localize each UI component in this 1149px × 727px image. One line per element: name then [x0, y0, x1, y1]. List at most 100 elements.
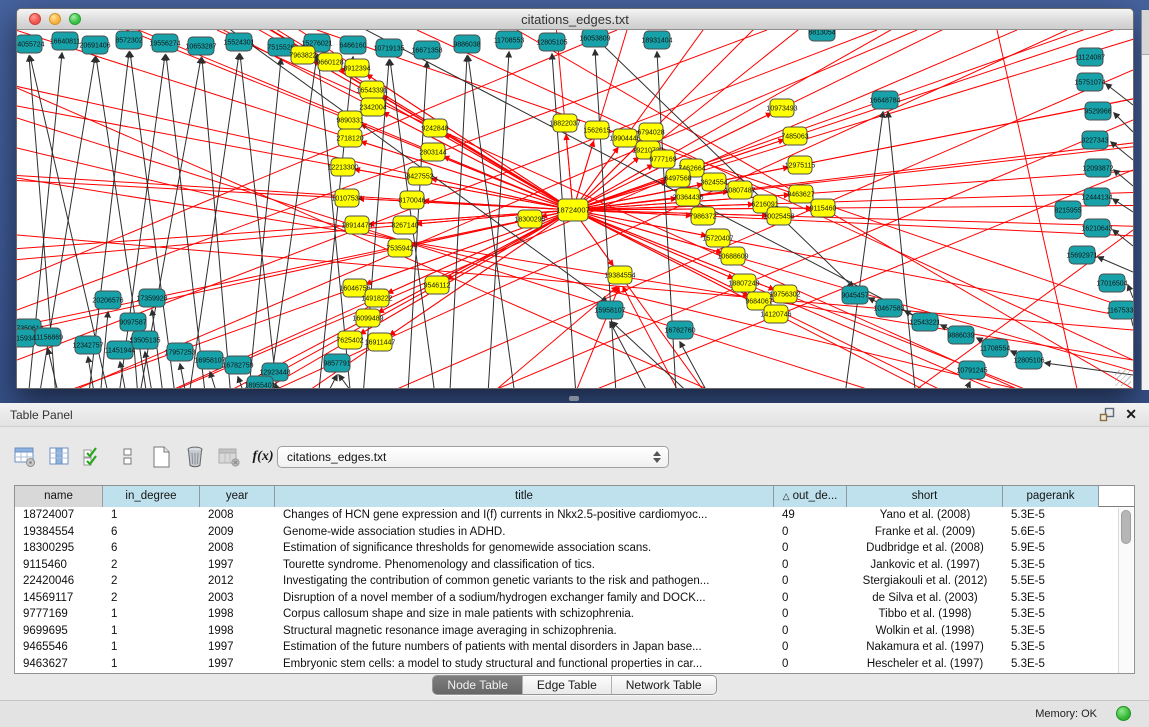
graph-node[interactable]: 16543391	[356, 81, 387, 99]
graph-node[interactable]: 9115460	[810, 199, 837, 217]
table-settings-icon[interactable]	[10, 442, 40, 472]
graph-node[interactable]: 12342757	[72, 336, 103, 354]
graph-node[interactable]: 9660128	[316, 53, 343, 71]
graph-node[interactable]: 10791245	[956, 361, 987, 379]
graph-node[interactable]: 13505135	[129, 331, 160, 349]
graph-node[interactable]: 12213300	[327, 158, 358, 176]
graph-node[interactable]: 19556274	[149, 34, 180, 52]
table-selector-dropdown[interactable]: citations_edges.txt	[277, 446, 669, 468]
vertical-scrollbar[interactable]	[1118, 508, 1133, 673]
column-header-name[interactable]: name	[15, 486, 103, 507]
graph-node[interactable]: 6497568	[664, 169, 691, 187]
network-graph[interactable]: 2405572416640811206914068572302195562741…	[17, 30, 1133, 388]
graph-node[interactable]: 17957253	[164, 343, 195, 361]
scrollbar-thumb[interactable]	[1121, 510, 1131, 544]
graph-node[interactable]: 16099489	[352, 309, 383, 327]
tab-network-table[interactable]: Network Table	[611, 676, 716, 694]
graph-node[interactable]: 9463627	[787, 185, 814, 203]
graph-node[interactable]: 9242848	[421, 119, 448, 137]
graph-node[interactable]: 7485063	[781, 127, 808, 145]
graph-node[interactable]: 11156869	[33, 328, 63, 346]
graph-node[interactable]: 8267140	[391, 216, 418, 234]
new-table-icon[interactable]	[146, 442, 176, 472]
graph-node[interactable]: 17016504	[1096, 274, 1127, 292]
table-row[interactable]: 1872400712008Changes of HCN gene express…	[15, 507, 1134, 524]
graph-node[interactable]: 16782759	[222, 356, 253, 374]
graph-node[interactable]: 7535942	[386, 239, 413, 257]
table-row[interactable]: 1456911722003Disruption of a novel membe…	[15, 590, 1134, 607]
column-header-short[interactable]: short	[847, 486, 1003, 507]
graph-node[interactable]: 14918222	[361, 289, 392, 307]
table-row[interactable]: 1938455462009Genome-wide association stu…	[15, 524, 1134, 541]
graph-node[interactable]: 10653287	[185, 37, 216, 55]
graph-node[interactable]: 15692971	[1066, 246, 1097, 264]
minimize-window-button[interactable]	[49, 13, 61, 25]
graph-node[interactable]: 15958107	[594, 301, 625, 319]
graph-node[interactable]: 10025458	[763, 207, 794, 225]
graph-node[interactable]: 19384554	[604, 266, 635, 284]
graph-node[interactable]: 9529966	[1084, 102, 1111, 120]
graph-node[interactable]: 7625402	[336, 331, 363, 349]
function-builder-icon[interactable]: f(x)	[248, 442, 278, 472]
graph-node[interactable]: 12543221	[909, 313, 940, 331]
graph-node[interactable]: 12975115	[785, 156, 816, 174]
graph-node[interactable]: 11124087	[1075, 48, 1105, 66]
graph-node[interactable]: 15720407	[702, 229, 733, 247]
graph-node[interactable]: 9097587	[119, 313, 146, 331]
graph-node[interactable]: 19756302	[769, 285, 800, 303]
graph-node[interactable]: 10973493	[766, 99, 797, 117]
graph-node[interactable]: 8572302	[115, 31, 142, 49]
graph-node[interactable]: 11708554	[980, 339, 1011, 357]
graph-node[interactable]: 6794028	[637, 123, 664, 141]
graph-node[interactable]: 15751074	[1074, 73, 1105, 91]
tab-edge-table[interactable]: Edge Table	[522, 676, 611, 694]
graph-node[interactable]: 16911447	[365, 333, 396, 351]
graph-node[interactable]: 8813054	[808, 30, 835, 41]
graph-node[interactable]: 10107534	[331, 189, 362, 207]
zoom-window-button[interactable]	[69, 13, 81, 25]
table-row[interactable]: 969969511998Structural magnetic resonanc…	[15, 623, 1134, 640]
table-row[interactable]: 911546021997Tourette syndrome. Phenomeno…	[15, 557, 1134, 574]
delete-column-icon[interactable]	[214, 442, 244, 472]
graph-node[interactable]: 16648784	[869, 91, 900, 109]
float-panel-icon[interactable]	[1099, 407, 1115, 423]
graph-node[interactable]: 18914474	[341, 216, 372, 234]
column-header-title[interactable]: title	[275, 486, 774, 507]
graph-node[interactable]: 12805105	[536, 33, 567, 51]
graph-node[interactable]: 9886039	[947, 326, 974, 344]
graph-node[interactable]: 15524301	[223, 33, 254, 51]
graph-node[interactable]: 10688609	[717, 247, 748, 265]
graph-node[interactable]: 1562615	[583, 121, 610, 139]
graph-node[interactable]: 18724007	[556, 199, 589, 221]
column-header-year[interactable]: year	[200, 486, 275, 507]
graph-node[interactable]: 7986372	[689, 207, 716, 225]
graph-node[interactable]: 7963822	[289, 46, 316, 64]
graph-node[interactable]: 18822037	[549, 114, 580, 132]
table-row[interactable]: 946554611997Estimation of the future num…	[15, 639, 1134, 656]
splitter-handle[interactable]	[569, 396, 579, 401]
graph-node[interactable]: 17359928	[136, 289, 167, 307]
graph-node[interactable]: 18300295	[514, 210, 545, 228]
table-row[interactable]: 2242004622012Investigating the contribut…	[15, 573, 1134, 590]
graph-node[interactable]: 12805106	[1013, 351, 1044, 369]
graph-node[interactable]: 16671358	[411, 41, 442, 59]
tab-node-table[interactable]: Node Table	[433, 676, 522, 694]
graph-node[interactable]: 16958107	[194, 351, 225, 369]
close-panel-icon[interactable]: ✕	[1125, 406, 1137, 423]
graph-node[interactable]: 18807249	[728, 274, 759, 292]
graph-node[interactable]: 8427552	[406, 167, 433, 185]
graph-node[interactable]: 14120746	[760, 305, 791, 323]
select-rows-icon[interactable]	[78, 442, 108, 472]
graph-node[interactable]: 24055724	[17, 35, 45, 53]
resize-grip-icon[interactable]	[1115, 370, 1131, 386]
graph-node[interactable]: 2803144	[419, 143, 446, 161]
graph-node[interactable]: 9890331	[336, 111, 363, 129]
graph-node[interactable]: 11675334	[1107, 301, 1133, 319]
graph-node[interactable]: 12093872	[1082, 159, 1113, 177]
table-row[interactable]: 946362711997Embryonic stem cells: a mode…	[15, 656, 1134, 673]
graph-node[interactable]: 9886038	[453, 35, 480, 53]
delete-table-icon[interactable]	[180, 442, 210, 472]
graph-node[interactable]: 3170046	[398, 191, 425, 209]
graph-node[interactable]: 10807487	[724, 181, 755, 199]
graph-node[interactable]: 12444134	[1081, 188, 1112, 206]
